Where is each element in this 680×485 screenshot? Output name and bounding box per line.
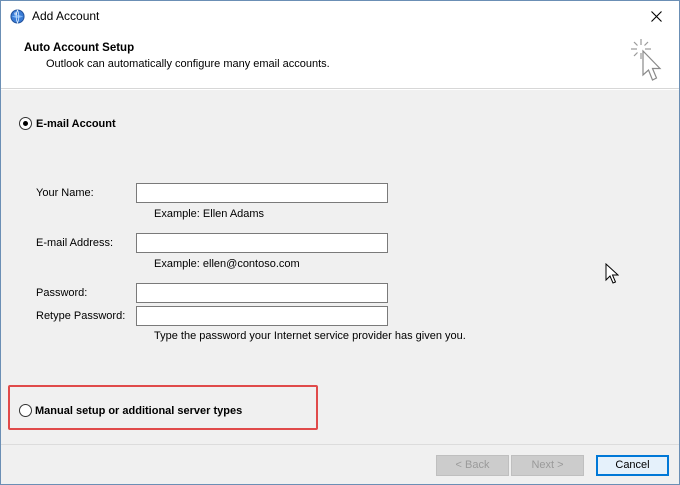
header-title: Auto Account Setup (24, 42, 135, 54)
email-address-label: E-mail Address: (36, 237, 114, 249)
cancel-button[interactable]: Cancel (596, 455, 669, 476)
add-account-dialog: Add Account Auto Account Setup Outlook c… (0, 0, 680, 485)
wizard-header: Auto Account Setup Outlook can automatic… (1, 31, 679, 89)
manual-setup-label[interactable]: Manual setup or additional server types (35, 405, 242, 417)
window-title: Add Account (32, 9, 100, 23)
header-subtitle: Outlook can automatically configure many… (46, 58, 330, 70)
mouse-pointer-icon (605, 263, 619, 284)
cursor-sparkle-icon (631, 39, 662, 81)
back-button[interactable]: < Back (436, 455, 509, 476)
password-field[interactable] (136, 283, 388, 303)
globe-icon (10, 9, 25, 24)
manual-setup-radio[interactable] (19, 404, 32, 417)
your-name-label: Your Name: (36, 187, 94, 199)
your-name-field[interactable] (136, 183, 388, 203)
next-button[interactable]: Next > (511, 455, 584, 476)
password-hint: Type the password your Internet service … (154, 330, 466, 342)
email-account-radio[interactable] (19, 117, 32, 130)
title-bar[interactable]: Add Account (1, 1, 679, 31)
email-account-label[interactable]: E-mail Account (36, 118, 116, 130)
password-label: Password: (36, 287, 88, 299)
email-address-hint: Example: ellen@contoso.com (154, 258, 300, 270)
wizard-body: E-mail Account Your Name: Example: Ellen… (1, 90, 679, 444)
your-name-hint: Example: Ellen Adams (154, 208, 265, 220)
email-address-field[interactable] (136, 233, 388, 253)
wizard-footer: < Back Next > Cancel (1, 444, 679, 484)
close-button[interactable] (633, 1, 679, 31)
close-icon (650, 10, 662, 22)
retype-password-field[interactable] (136, 306, 388, 326)
retype-password-label: Retype Password: (36, 310, 126, 322)
